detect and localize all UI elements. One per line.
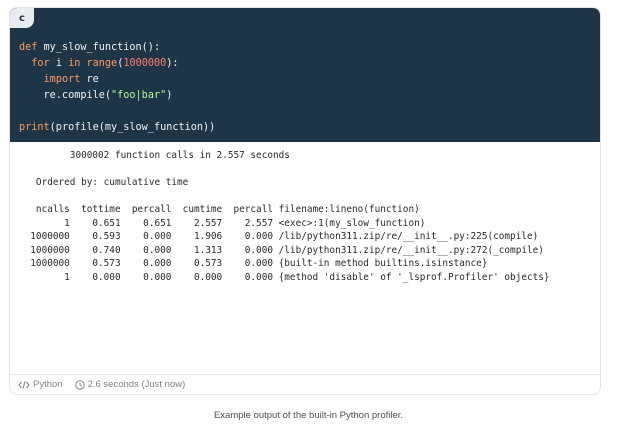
output-line: 3000002 function calls in 2.557 seconds — [19, 150, 290, 161]
code-block: def my_slow_function(): for i in range(1… — [19, 40, 215, 136]
code-line: for i in range(1000000): — [19, 56, 215, 72]
run-footer: Python 2.6 seconds (Just now) — [10, 374, 600, 394]
footer-runtime-label: 2.6 seconds (Just now) — [87, 379, 186, 390]
code-token: print — [19, 122, 50, 133]
output-panel: 3000002 function calls in 2.557 seconds … — [10, 143, 600, 383]
code-token: ) — [166, 90, 173, 101]
figure-caption: Example output of the built-in Python pr… — [213, 410, 404, 421]
output-line: 1 0.651 0.651 2.557 2.557 <exec>:1(my_sl… — [19, 217, 426, 229]
profiler-output: 3000002 function calls in 2.557 seconds … — [19, 149, 550, 284]
code-card: c def my_slow_function(): for i in range… — [9, 7, 601, 395]
output-line: 1000000 0.593 0.000 1.906 0.000 /lib/pyt… — [19, 231, 539, 242]
code-token: ): — [166, 58, 179, 69]
code-line: def my_slow_function(): — [19, 40, 215, 56]
output-line: 1000000 0.573 0.000 0.573 0.000 {built-i… — [19, 258, 488, 269]
code-token: re — [80, 74, 99, 85]
output-line: Ordered by: cumulative time — [19, 177, 189, 188]
footer-language: Python — [18, 379, 63, 390]
clock-icon — [74, 379, 85, 390]
code-token: 1000000 — [123, 58, 167, 69]
output-line: 1 0.000 0.000 0.000 0.000 {method 'disab… — [19, 271, 550, 283]
code-token: "foo|bar" — [111, 90, 167, 101]
output-line: ncalls tottime percall cumtime percall f… — [19, 204, 420, 215]
code-token: i — [49, 58, 69, 69]
output-line: 1000000 0.740 0.000 1.313 0.000 /lib/pyt… — [19, 244, 544, 256]
code-line: print(profile(my_slow_function)) — [19, 120, 215, 136]
code-token: (profile(my_slow_function)) — [49, 122, 216, 133]
code-token: for — [31, 58, 50, 69]
code-token: re.compile( — [19, 90, 112, 101]
code-token: in — [68, 58, 81, 69]
footer-language-label: Python — [33, 379, 63, 390]
code-token: range — [86, 58, 118, 69]
code-token: import — [43, 74, 81, 85]
code-line: re.compile("foo|bar") — [19, 88, 215, 104]
language-badge: c — [10, 8, 34, 28]
code-token: def — [19, 42, 38, 53]
code-line: import re — [19, 72, 215, 88]
code-icon — [18, 380, 30, 389]
code-editor[interactable]: c def my_slow_function(): for i in range… — [10, 8, 600, 142]
footer-runtime: 2.6 seconds (Just now) — [74, 379, 186, 390]
code-token: my_slow_function(): — [37, 42, 161, 53]
